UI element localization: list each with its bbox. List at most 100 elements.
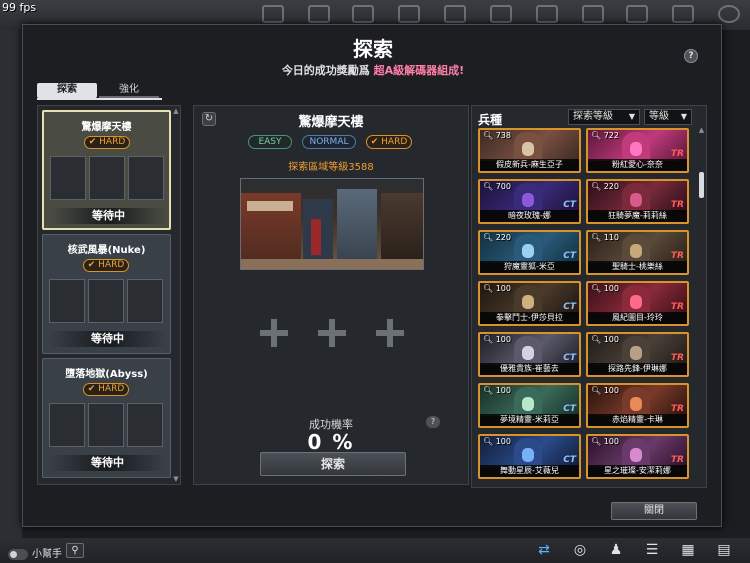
unit-slot[interactable] <box>50 156 86 200</box>
toggle-icon[interactable] <box>8 548 28 560</box>
unit-side-tag: TR <box>670 200 684 210</box>
difficulty-easy[interactable]: EASY <box>248 135 292 149</box>
unit-card[interactable]: 🔍︎ 722 TR 粉紅愛心-奈奈 <box>586 128 689 173</box>
difficulty-hard[interactable]: ✔ HARD <box>366 135 412 149</box>
tab-explore[interactable]: 探索 <box>37 83 97 98</box>
explore-button[interactable]: 探索 <box>260 452 406 476</box>
power-icon <box>718 5 740 23</box>
unit-card[interactable]: 🔍︎ 100 TR 風紀圖目-玲玲 <box>586 281 689 326</box>
unit-power-value: 100 <box>495 437 511 446</box>
close-button[interactable]: 關閉 <box>611 502 697 520</box>
unit-card[interactable]: 🔍︎ 220 TR 狂騎夢魔-莉莉絲 <box>586 179 689 224</box>
difficulty-normal[interactable]: NORMAL <box>302 135 356 149</box>
map-title: 驚爆摩天樓 <box>298 115 364 130</box>
unit-name: 探路先鋒-伊琳娜 <box>588 363 687 375</box>
magnifier-icon: 🔍︎ <box>591 131 602 140</box>
unit-side-tag: CT <box>563 404 576 414</box>
tab-enhance[interactable]: 強化 <box>99 83 159 98</box>
stage-difficulty-badge: ✔ HARD <box>83 259 129 272</box>
unit-slot[interactable] <box>49 403 85 447</box>
map-detail-panel: ↻ 驚爆摩天樓 EASY NORMAL ✔ HARD 探索區域等級3588 成功… <box>193 105 469 485</box>
add-slot-3-icon[interactable] <box>376 319 404 347</box>
level-dropdown[interactable]: 等級 ▼ <box>644 109 692 125</box>
info-icon <box>626 5 648 23</box>
stage-name: 驚爆摩天樓 <box>81 122 132 133</box>
unit-name: 暗夜玫瑰-娜 <box>480 210 579 222</box>
modal-subtitle: 今日的成功獎勵爲 超A級解碼器組成! <box>23 62 723 78</box>
unit-panel: 兵種 探索等級 ▼ 等級 ▼ 🔍︎ 738 假皮新兵-麻生亞子 🔍︎ 722 TR 粉紅… <box>471 105 707 488</box>
unit-power: 🔍︎ 100 <box>483 335 511 344</box>
unit-slot[interactable] <box>128 156 164 200</box>
helper-label: 小幫手 <box>32 549 62 560</box>
calendar-icon[interactable]: ▦ <box>678 541 698 559</box>
film-icon[interactable]: ▤ <box>714 541 734 559</box>
unit-power-value: 220 <box>603 182 619 191</box>
stage-status: 等待中 <box>50 208 167 224</box>
unit-card[interactable]: 🔍︎ 100 TR 探路先鋒-伊琳娜 <box>586 332 689 377</box>
tab-underline <box>37 98 162 100</box>
unit-card[interactable]: 🔍︎ 100 TR 赤焰精靈-卡琳 <box>586 383 689 428</box>
magnifier-icon: 🔍︎ <box>483 182 494 191</box>
search-icon[interactable]: ⚲ <box>66 543 84 558</box>
sync-icon[interactable]: ⇄ <box>534 541 554 559</box>
unit-power: 🔍︎ 100 <box>483 437 511 446</box>
unit-card[interactable]: 🔍︎ 100 CT 夢境精靈-米莉亞 <box>478 383 581 428</box>
unit-power: 🔍︎ 110 <box>591 233 619 242</box>
scroll-up-icon[interactable]: ▲ <box>698 126 705 134</box>
unit-card[interactable]: 🔍︎ 100 CT 優雅貴族-崔藝去 <box>478 332 581 377</box>
unit-power: 🔍︎ 100 <box>591 437 619 446</box>
stage-difficulty: HARD <box>98 260 125 270</box>
sort-dropdown[interactable]: 探索等級 ▼ <box>568 109 640 125</box>
game-left-strip <box>0 30 22 540</box>
unit-slot[interactable] <box>127 403 163 447</box>
unit-power-value: 100 <box>495 335 511 344</box>
unit-power-value: 738 <box>495 131 511 140</box>
unit-slot[interactable] <box>88 403 124 447</box>
unit-power: 🔍︎ 722 <box>591 131 619 140</box>
compass-icon[interactable]: ◎ <box>570 541 590 559</box>
magnifier-icon: 🔍︎ <box>591 233 602 242</box>
add-slot-2-icon[interactable] <box>318 319 346 347</box>
shop-icon <box>352 5 374 23</box>
unit-slot[interactable] <box>49 279 85 323</box>
runner-icon[interactable]: ♟ <box>606 541 626 559</box>
unit-card[interactable]: 🔍︎ 738 假皮新兵-麻生亞子 <box>478 128 581 173</box>
inventory-icon <box>398 5 420 23</box>
unit-power-value: 100 <box>603 386 619 395</box>
scroll-thumb[interactable] <box>699 172 704 198</box>
stage-scrollbar[interactable]: ▲ ▼ <box>173 105 179 485</box>
stage-list: 驚爆摩天樓 ✔ HARD 等待中 核武風暴(Nuke) ✔ HARD 等待中 墮落地獄(Ab… <box>37 105 181 485</box>
unit-power-value: 100 <box>603 284 619 293</box>
chevron-down-icon: ▼ <box>628 112 635 121</box>
checklist-icon[interactable]: ☰ <box>642 541 662 559</box>
stage-card[interactable]: 墮落地獄(Abyss) ✔ HARD 等待中 <box>42 358 171 478</box>
unit-power-value: 100 <box>603 335 619 344</box>
add-slot-1-icon[interactable] <box>260 319 288 347</box>
reward-highlight: 超A級解碼器組成! <box>373 64 465 77</box>
unit-slot[interactable] <box>127 279 163 323</box>
rate-help-icon[interactable]: ? <box>426 416 440 428</box>
help-button[interactable]: ? <box>684 49 698 63</box>
unit-side-tag: CT <box>563 251 576 261</box>
helper-toggle[interactable]: 小幫手 <box>8 545 62 560</box>
unit-scrollbar[interactable]: ▲ <box>698 126 705 481</box>
unit-card[interactable]: 🔍︎ 110 TR 聖騎士-桃樂絲 <box>586 230 689 275</box>
scroll-up-icon[interactable]: ▲ <box>173 107 179 115</box>
unit-card[interactable]: 🔍︎ 100 CT 拳擊鬥士-伊莎貝拉 <box>478 281 581 326</box>
unit-card[interactable]: 🔍︎ 700 CT 暗夜玫瑰-娜 <box>478 179 581 224</box>
clan-icon <box>536 5 558 23</box>
modal-title: 探索 <box>353 37 393 61</box>
unit-card[interactable]: 🔍︎ 100 TR 星之璀璨-安潔莉娜 <box>586 434 689 479</box>
unit-card[interactable]: 🔍︎ 220 CT 狩魔靈狐-米亞 <box>478 230 581 275</box>
unit-name: 優雅貴族-崔藝去 <box>480 363 579 375</box>
unit-side-tag: TR <box>670 251 684 261</box>
unit-card[interactable]: 🔍︎ 100 CT 舞動星辰-艾薇兒 <box>478 434 581 479</box>
magnifier-icon: 🔍︎ <box>591 437 602 446</box>
unit-slot[interactable] <box>88 279 124 323</box>
magnifier-icon: 🔍︎ <box>483 335 494 344</box>
magnifier-icon: 🔍︎ <box>483 131 494 140</box>
scroll-down-icon[interactable]: ▼ <box>173 475 179 483</box>
unit-slot[interactable] <box>89 156 125 200</box>
stage-card[interactable]: 核武風暴(Nuke) ✔ HARD 等待中 <box>42 234 171 354</box>
stage-card[interactable]: 驚爆摩天樓 ✔ HARD 等待中 <box>42 110 171 230</box>
